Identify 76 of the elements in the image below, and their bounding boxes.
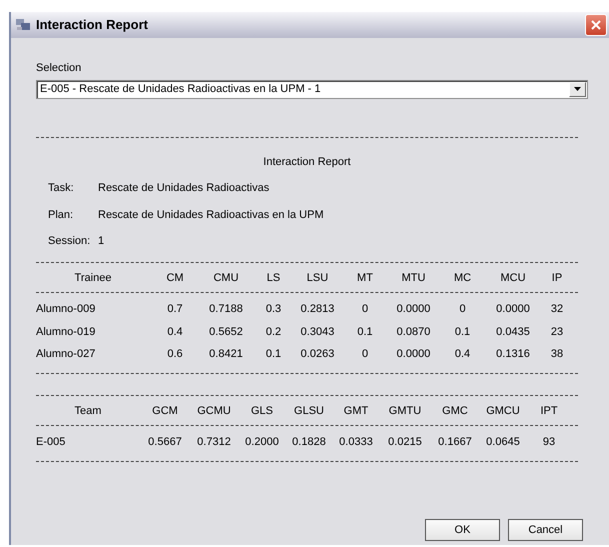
column-header: LS xyxy=(266,270,282,286)
column-header: GLSU xyxy=(293,404,325,418)
column-header: GCM xyxy=(151,404,179,418)
selection-dropdown[interactable]: E-005 - Rescate de Unidades Radioactivas en la UPM - 1 xyxy=(36,80,588,98)
table-cell-text: 0.0870 xyxy=(396,324,432,340)
column-header: GMTU xyxy=(388,404,422,418)
table-cell-text: 0.6 xyxy=(166,347,184,362)
table-cell-text: 0.1 xyxy=(454,324,472,340)
table-cell-text: 0.5667 xyxy=(147,435,183,450)
column-header: GLS xyxy=(250,404,274,418)
column-header: MTU xyxy=(400,270,426,286)
caret-icon xyxy=(569,82,586,96)
ok-button[interactable]: OK xyxy=(425,519,500,541)
field-label: Task: xyxy=(48,181,75,196)
field-value: Rescate de Unidades Radioactivas en la UPM xyxy=(98,208,325,222)
table-cell-text: 0 xyxy=(360,347,370,362)
column-header: IPT xyxy=(539,404,559,418)
table-cell-text: 23 xyxy=(550,324,564,340)
close-button[interactable] xyxy=(585,14,607,36)
table-cell-text: Alumno-019 xyxy=(36,324,96,340)
column-header: GMT xyxy=(342,404,370,418)
table-cell-text: 0.0333 xyxy=(338,435,374,450)
table-cell-text: 0.0645 xyxy=(485,435,521,450)
column-header: Team xyxy=(74,404,102,418)
window-title: Interaction Report xyxy=(36,16,148,34)
column-header: MCU xyxy=(499,270,527,286)
table-cell-text: 0.0000 xyxy=(396,347,432,362)
report-title: Interaction Report xyxy=(263,156,351,168)
column-header: IP xyxy=(550,270,564,286)
table-cell-text: 0.4 xyxy=(454,347,472,362)
table-cell-text: 0.1667 xyxy=(437,435,473,450)
column-header: CMU xyxy=(212,270,240,286)
table-cell-text: 0.4 xyxy=(166,324,184,340)
table-cell-text: 0 xyxy=(458,302,467,317)
table-cell-text: 0.2000 xyxy=(244,435,280,450)
table-cell-text: 38 xyxy=(550,347,564,362)
field-value: 1 xyxy=(98,234,106,249)
table-cell-text: 0.0263 xyxy=(300,347,336,362)
table-cell-text: E-005 xyxy=(36,435,66,450)
field-label: Session: xyxy=(48,234,92,249)
column-header: MC xyxy=(452,270,472,286)
table-cell-text: 0 xyxy=(360,302,370,317)
field-value: Rescate de Unidades Radioactivas xyxy=(98,181,270,196)
table-cell-text: Alumno-009 xyxy=(36,302,96,317)
window-icon xyxy=(15,18,31,32)
table-cell-text: 32 xyxy=(550,302,564,317)
table-cell-text: 0.7312 xyxy=(196,435,232,450)
cancel-button[interactable]: Cancel xyxy=(508,519,583,541)
column-header: GMCU xyxy=(485,404,521,418)
column-header: LSU xyxy=(306,270,330,286)
table-cell-text: 93 xyxy=(542,435,556,450)
column-header: Trainee xyxy=(74,270,112,286)
field-label: Plan: xyxy=(48,208,74,222)
column-header: CM xyxy=(165,270,185,286)
table-cell-text: 0.1 xyxy=(356,324,374,340)
close-icon xyxy=(590,19,602,31)
table-cell-text: 0.0215 xyxy=(387,435,423,450)
table-cell-text: 0.1 xyxy=(264,347,282,362)
table-cell-text: 0.8421 xyxy=(208,347,244,362)
table-cell-text: 0.1316 xyxy=(495,347,531,362)
table-cell-text: 0.2813 xyxy=(300,302,336,317)
table-cell-text: 0.0435 xyxy=(495,324,531,340)
column-header: GCMU xyxy=(196,404,232,418)
column-header: GMC xyxy=(441,404,469,418)
column-header: MT xyxy=(356,270,374,286)
table-cell-text: 0.2 xyxy=(264,324,282,340)
table-cell-text: Alumno-027 xyxy=(36,347,96,362)
table-cell-text: 0.7188 xyxy=(208,302,244,317)
table-cell-text: 0.1828 xyxy=(291,435,327,450)
table-cell-text: 0.3043 xyxy=(300,324,336,340)
field-label: Selection xyxy=(36,61,82,76)
table-cell-text: 0.7 xyxy=(166,302,184,317)
table-cell-text: 0.0000 xyxy=(495,302,531,317)
table-cell-text: 0.0000 xyxy=(396,302,432,317)
table-cell-text: 0.5652 xyxy=(208,324,244,340)
table-cell-text: 0.3 xyxy=(264,302,282,317)
